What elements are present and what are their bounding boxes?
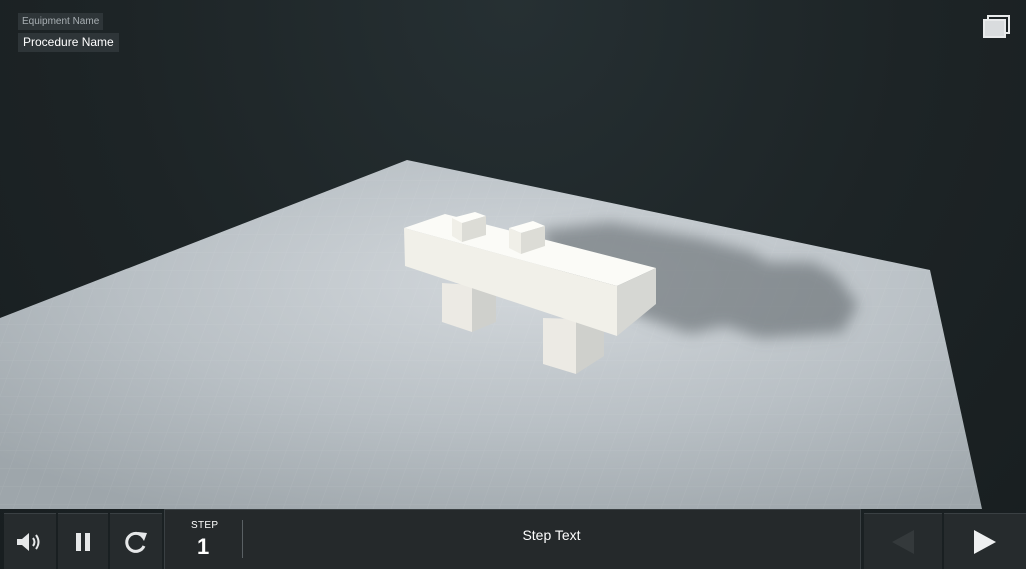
speaker-icon	[17, 532, 40, 551]
restart-button[interactable]	[110, 513, 162, 569]
floor-plane	[0, 160, 982, 509]
restart-icon	[125, 531, 147, 553]
window-restore-icon	[983, 15, 1010, 38]
3d-viewport[interactable]: Equipment Name Procedure Name	[0, 0, 1026, 569]
pause-icon	[76, 532, 90, 551]
equipment-name: Equipment Name	[18, 13, 104, 30]
prev-step-button[interactable]	[864, 513, 942, 569]
step-label: STEP	[191, 520, 219, 531]
scene-canvas[interactable]	[0, 0, 1026, 569]
procedure-name: Procedure Name	[18, 33, 119, 52]
step-panel: STEP 1 Step Text	[164, 509, 861, 569]
window-restore-button[interactable]	[982, 14, 1012, 40]
bottom-toolbar: STEP 1 Step Text	[0, 509, 1026, 569]
pause-button[interactable]	[58, 513, 108, 569]
next-arrow-icon	[974, 529, 996, 554]
next-step-button[interactable]	[944, 513, 1026, 569]
step-text: Step Text	[522, 527, 581, 543]
step-number: 1	[197, 534, 210, 559]
audio-button[interactable]	[4, 513, 56, 569]
prev-arrow-icon	[892, 529, 914, 554]
title-block: Equipment Name Procedure Name	[18, 11, 119, 52]
